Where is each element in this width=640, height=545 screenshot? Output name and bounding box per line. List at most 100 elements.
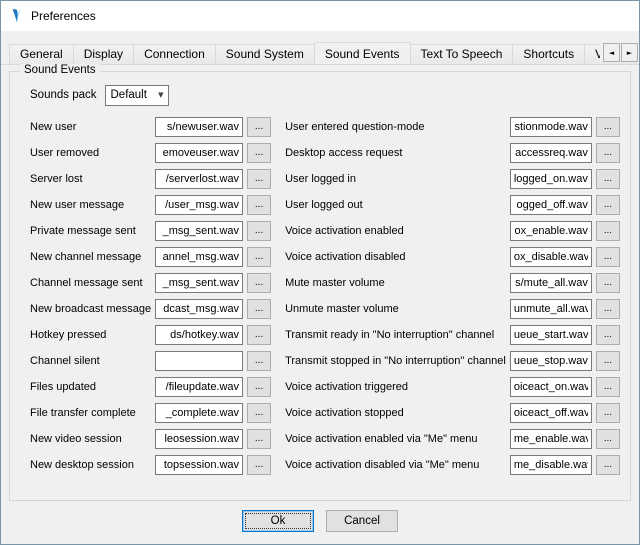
browse-button[interactable]: ...: [247, 117, 271, 137]
cancel-button[interactable]: Cancel: [326, 510, 398, 532]
browse-button[interactable]: ...: [247, 403, 271, 423]
sound-file-input[interactable]: [155, 325, 243, 345]
sound-file-input[interactable]: [510, 429, 592, 449]
browse-button[interactable]: ...: [247, 299, 271, 319]
browse-button[interactable]: ...: [596, 273, 620, 293]
sound-file-input[interactable]: [155, 455, 243, 475]
sound-file-input[interactable]: [510, 247, 592, 267]
browse-button[interactable]: ...: [596, 403, 620, 423]
browse-button[interactable]: ...: [247, 325, 271, 345]
browse-button[interactable]: ...: [247, 143, 271, 163]
tab-scroll-controls: ◄ ►: [600, 43, 638, 62]
browse-button[interactable]: ...: [596, 247, 620, 267]
sound-event-row: Private message sent...: [30, 218, 271, 244]
sound-file-input[interactable]: [155, 429, 243, 449]
sound-event-row: Voice activation disabled via "Me" menu.…: [285, 452, 620, 478]
browse-button[interactable]: ...: [596, 299, 620, 319]
sound-file-input[interactable]: [155, 403, 243, 423]
tab-scroll-right-icon[interactable]: ►: [621, 43, 638, 62]
browse-button[interactable]: ...: [596, 169, 620, 189]
sound-event-label: Hotkey pressed: [30, 329, 155, 341]
browse-button[interactable]: ...: [596, 455, 620, 475]
sound-file-input[interactable]: [510, 351, 592, 371]
sound-event-row: Voice activation stopped...: [285, 400, 620, 426]
browse-button[interactable]: ...: [247, 455, 271, 475]
tab-text-to-speech[interactable]: Text To Speech: [410, 44, 514, 64]
sound-event-row: Files updated...: [30, 374, 271, 400]
tab-shortcuts[interactable]: Shortcuts: [512, 44, 585, 64]
tab-strip: GeneralDisplayConnectionSound SystemSoun…: [9, 42, 636, 64]
browse-button[interactable]: ...: [247, 429, 271, 449]
sound-file-input[interactable]: [155, 273, 243, 293]
browse-button[interactable]: ...: [247, 377, 271, 397]
sound-event-row: User removed...: [30, 140, 271, 166]
sound-file-input[interactable]: [510, 195, 592, 215]
browse-button[interactable]: ...: [247, 221, 271, 241]
browse-button[interactable]: ...: [247, 195, 271, 215]
sound-event-row: Hotkey pressed...: [30, 322, 271, 348]
browse-button[interactable]: ...: [596, 325, 620, 345]
browse-button[interactable]: ...: [247, 351, 271, 371]
tab-general[interactable]: General: [9, 44, 74, 64]
browse-button[interactable]: ...: [247, 247, 271, 267]
sound-events-groupbox: Sound Events Sounds pack Default ▼ New u…: [9, 71, 631, 501]
sound-event-label: Desktop access request: [285, 147, 510, 159]
tab-sound-system[interactable]: Sound System: [215, 44, 315, 64]
sound-file-input[interactable]: [155, 299, 243, 319]
sound-file-input[interactable]: [155, 377, 243, 397]
sound-event-label: Files updated: [30, 381, 155, 393]
sound-event-label: Voice activation enabled via "Me" menu: [285, 433, 510, 445]
sound-file-input[interactable]: [155, 247, 243, 267]
sound-file-input[interactable]: [510, 143, 592, 163]
browse-button[interactable]: ...: [596, 117, 620, 137]
browse-button[interactable]: ...: [247, 169, 271, 189]
sound-event-row: User logged in...: [285, 166, 620, 192]
sound-event-row: New channel message...: [30, 244, 271, 270]
sound-event-label: File transfer complete: [30, 407, 155, 419]
sound-file-input[interactable]: [510, 117, 592, 137]
sound-event-label: New user message: [30, 199, 155, 211]
browse-button[interactable]: ...: [596, 143, 620, 163]
sound-file-input[interactable]: [510, 221, 592, 241]
sound-event-row: Transmit stopped in "No interruption" ch…: [285, 348, 620, 374]
sound-event-label: User logged out: [285, 199, 510, 211]
sound-file-input[interactable]: [510, 403, 592, 423]
sound-event-label: Transmit stopped in "No interruption" ch…: [285, 355, 510, 367]
sound-event-row: Desktop access request...: [285, 140, 620, 166]
sound-event-label: Voice activation stopped: [285, 407, 510, 419]
sound-file-input[interactable]: [510, 273, 592, 293]
tab-display[interactable]: Display: [73, 44, 134, 64]
sound-event-label: User logged in: [285, 173, 510, 185]
sound-file-input[interactable]: [510, 325, 592, 345]
tab-scroll-left-icon[interactable]: ◄: [603, 43, 620, 62]
sound-event-label: Voice activation triggered: [285, 381, 510, 393]
sound-event-label: User entered question-mode: [285, 121, 510, 133]
sound-file-input[interactable]: [155, 143, 243, 163]
sound-event-row: New broadcast message...: [30, 296, 271, 322]
browse-button[interactable]: ...: [596, 429, 620, 449]
sounds-pack-select[interactable]: Default ▼: [105, 85, 169, 106]
sound-events-columns: New user...User removed...Server lost...…: [30, 114, 616, 478]
tab-connection[interactable]: Connection: [133, 44, 216, 64]
browse-button[interactable]: ...: [596, 221, 620, 241]
browse-button[interactable]: ...: [247, 273, 271, 293]
ok-button[interactable]: Ok: [242, 510, 314, 532]
sound-file-input[interactable]: [510, 377, 592, 397]
sound-file-input[interactable]: [155, 351, 243, 371]
sound-event-label: Transmit ready in "No interruption" chan…: [285, 329, 510, 341]
sound-file-input[interactable]: [155, 195, 243, 215]
sound-file-input[interactable]: [155, 117, 243, 137]
sound-file-input[interactable]: [155, 221, 243, 241]
sound-file-input[interactable]: [155, 169, 243, 189]
preferences-window: Preferences GeneralDisplayConnectionSoun…: [0, 0, 640, 545]
sound-file-input[interactable]: [510, 455, 592, 475]
sound-event-label: User removed: [30, 147, 155, 159]
sound-event-label: New video session: [30, 433, 155, 445]
tab-sound-events[interactable]: Sound Events: [314, 42, 411, 65]
sound-file-input[interactable]: [510, 299, 592, 319]
browse-button[interactable]: ...: [596, 195, 620, 215]
sound-event-row: Channel silent...: [30, 348, 271, 374]
browse-button[interactable]: ...: [596, 377, 620, 397]
browse-button[interactable]: ...: [596, 351, 620, 371]
sound-file-input[interactable]: [510, 169, 592, 189]
